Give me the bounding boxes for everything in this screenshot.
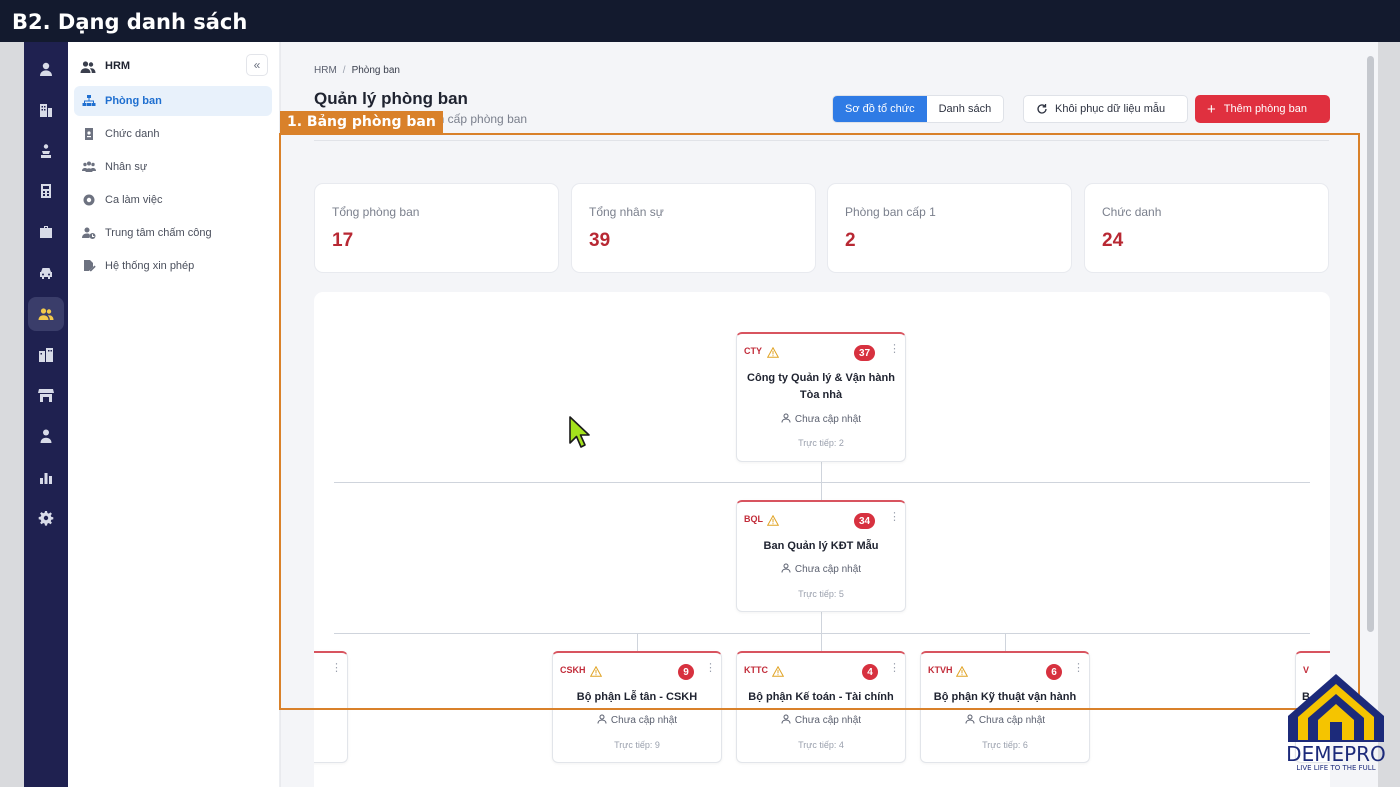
- sidebar-item-label: Nhân sự: [105, 161, 148, 173]
- store-icon[interactable]: [28, 378, 64, 412]
- list-view-button[interactable]: Danh sách: [927, 96, 1004, 122]
- refresh-icon: [1036, 103, 1048, 115]
- mouse-cursor-icon: [569, 416, 590, 448]
- sidebar-item-label: Hệ thống xin phép: [105, 260, 195, 272]
- view-toggle: Sơ đồ tổ chức Danh sách: [832, 95, 1005, 123]
- hrm-sidebar: HRM « Phòng ban Chức danh Nhân sự Ca làm…: [68, 42, 280, 787]
- demepro-logo: DEMEPRO LIVE LIFE TO THE FULL: [1284, 672, 1388, 776]
- sidebar-item-label: Chức danh: [105, 128, 160, 140]
- icon-rail: [24, 42, 68, 787]
- clock-icon: [82, 193, 96, 207]
- collapse-sidebar-button[interactable]: «: [246, 54, 268, 76]
- window-edge-left: [0, 42, 24, 787]
- sidebar-title: HRM: [105, 60, 131, 72]
- restore-label: Khôi phục dữ liệu mẫu: [1055, 103, 1166, 115]
- user-clock-icon: [82, 226, 96, 240]
- add-label: Thêm phòng ban: [1223, 103, 1307, 115]
- sidebar-item-nhan-su[interactable]: Nhân sự: [74, 152, 272, 182]
- breadcrumb-root[interactable]: HRM: [314, 65, 337, 76]
- direct-count: Trực tiếp: 9: [614, 740, 660, 750]
- sidebar-item-chuc-danh[interactable]: Chức danh: [74, 119, 272, 149]
- sidebar-item-ca-lam-viec[interactable]: Ca làm việc: [74, 185, 272, 215]
- sitemap-icon: [82, 94, 96, 108]
- direct-count: Trực tiếp: 4: [798, 740, 844, 750]
- add-department-button[interactable]: + Thêm phòng ban: [1195, 95, 1330, 123]
- person-icon: [597, 714, 607, 724]
- car-icon[interactable]: [28, 256, 64, 290]
- person-icon: [781, 714, 791, 724]
- sidebar-item-trung-tam-cham-cong[interactable]: Trung tâm chấm công: [74, 218, 272, 248]
- sidebar-item-label: Trung tâm chấm công: [105, 227, 212, 239]
- id-badge-icon: [82, 127, 96, 141]
- org-chart-view-button[interactable]: Sơ đồ tổ chức: [833, 96, 927, 122]
- sidebar-item-phong-ban[interactable]: Phòng ban: [74, 86, 272, 116]
- logo-wordmark: DEMEPRO: [1286, 742, 1386, 766]
- scrollbar-thumb[interactable]: [1367, 56, 1374, 632]
- banner-title: B2. Dạng danh sách: [12, 10, 248, 34]
- gear-icon[interactable]: [28, 501, 64, 535]
- sidebar-item-label: Phòng ban: [105, 95, 162, 107]
- page-title: Quản lý phòng ban: [314, 89, 468, 108]
- manager-text: Chưa cập nhật: [978, 715, 1046, 726]
- city-icon[interactable]: [28, 338, 64, 372]
- logo-tagline: LIVE LIFE TO THE FULL: [1296, 764, 1376, 772]
- annotation-label: 1. Bảng phòng ban: [280, 111, 443, 133]
- department-manager: Chưa cập nhật: [921, 714, 1089, 726]
- person-icon[interactable]: [28, 419, 64, 453]
- sidebar-header: HRM «: [68, 54, 280, 80]
- department-manager: Chưa cập nhật: [553, 714, 721, 726]
- users-icon: [82, 160, 96, 174]
- briefcase-icon[interactable]: [28, 215, 64, 249]
- manager-text: Chưa cập nhật: [794, 715, 862, 726]
- person-icon: [965, 714, 975, 724]
- manager-text: Chưa cập nhật: [610, 715, 678, 726]
- breadcrumb-separator: /: [342, 65, 346, 76]
- breadcrumb: HRM / Phòng ban: [314, 65, 400, 76]
- tutorial-banner: B2. Dạng danh sách: [0, 0, 1400, 42]
- breadcrumb-current: Phòng ban: [351, 65, 400, 76]
- users-icon[interactable]: [28, 297, 64, 331]
- calculator-icon[interactable]: [28, 174, 64, 208]
- sidebar-item-label: Ca làm việc: [105, 194, 163, 206]
- plus-icon: +: [1207, 100, 1216, 118]
- direct-count: Trực tiếp: 6: [982, 740, 1028, 750]
- restore-sample-data-button[interactable]: Khôi phục dữ liệu mẫu: [1023, 95, 1188, 123]
- demepro-house-logo-icon: [1288, 674, 1384, 742]
- file-signature-icon: [82, 259, 96, 273]
- people-carry-icon[interactable]: [28, 134, 64, 168]
- users-icon: [80, 59, 96, 75]
- building-icon[interactable]: [28, 93, 64, 127]
- annotation-highlight-box: [279, 133, 1360, 710]
- department-manager: Chưa cập nhật: [737, 714, 905, 726]
- sidebar-item-he-thong-xin-phep[interactable]: Hệ thống xin phép: [74, 251, 272, 281]
- page-subtitle: ân cấp phòng ban: [431, 112, 528, 126]
- user-icon[interactable]: [28, 52, 64, 86]
- chart-icon[interactable]: [28, 460, 64, 494]
